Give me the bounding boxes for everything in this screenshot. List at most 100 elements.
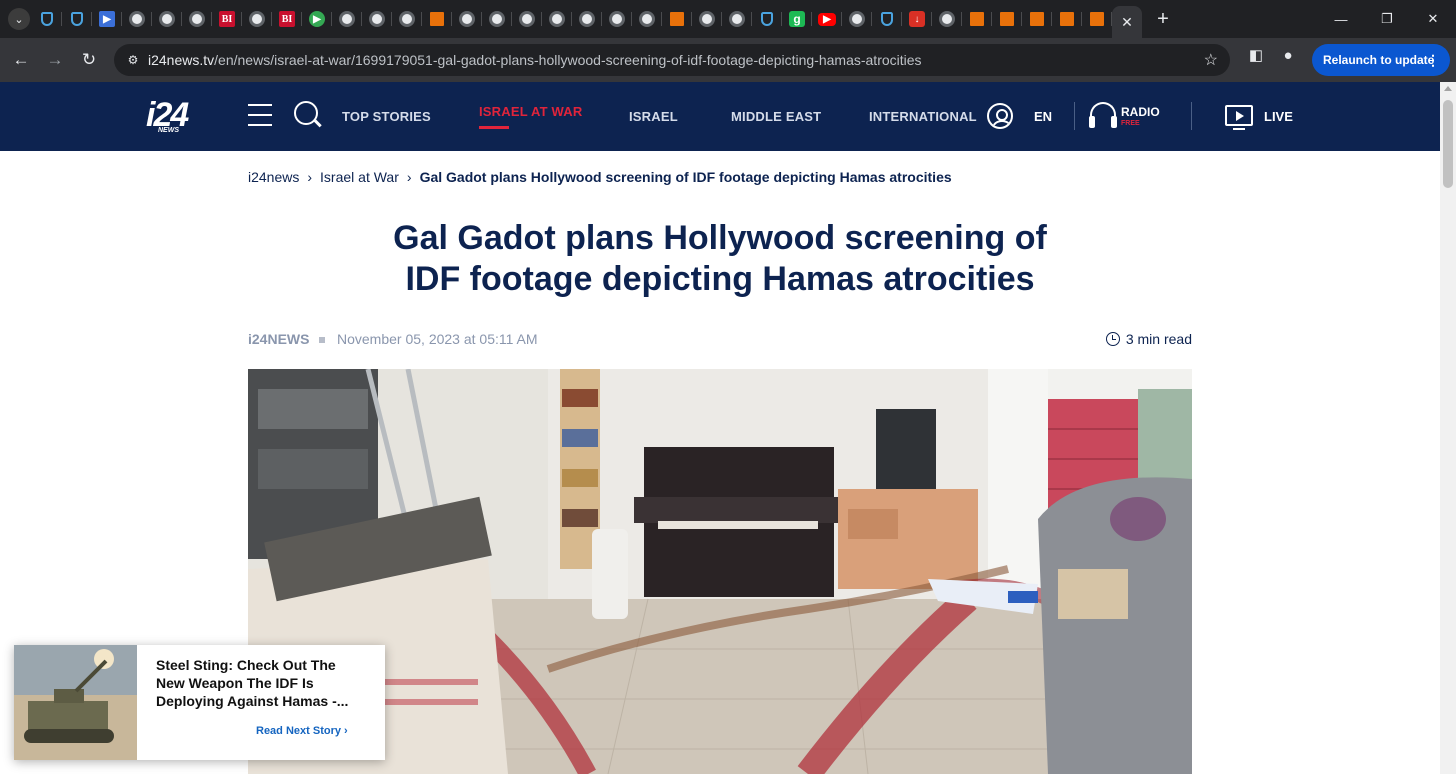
browser-tab[interactable] bbox=[422, 0, 452, 38]
live-tv-icon[interactable] bbox=[1225, 105, 1253, 130]
browser-tab[interactable] bbox=[122, 0, 152, 38]
globe-favicon-icon bbox=[339, 11, 355, 27]
article-author[interactable]: i24NEWS bbox=[248, 331, 309, 347]
globe-favicon-icon bbox=[699, 11, 715, 27]
page-scrollbar[interactable] bbox=[1440, 82, 1456, 774]
browser-tab[interactable] bbox=[692, 0, 722, 38]
relaunch-button[interactable]: Relaunch to update ⋮ bbox=[1312, 44, 1450, 76]
breadcrumb-current: Gal Gadot plans Hollywood screening of I… bbox=[419, 169, 952, 185]
search-icon[interactable] bbox=[294, 101, 318, 125]
breadcrumb-home[interactable]: i24news bbox=[248, 169, 299, 185]
language-selector[interactable]: EN bbox=[1034, 109, 1052, 124]
forward-icon[interactable]: → bbox=[38, 50, 72, 70]
browser-tab[interactable]: g bbox=[782, 0, 812, 38]
browser-tab[interactable] bbox=[752, 0, 782, 38]
browser-tab[interactable]: ▶ bbox=[812, 0, 842, 38]
browser-tab[interactable] bbox=[242, 0, 272, 38]
browser-tab[interactable] bbox=[182, 0, 212, 38]
read-next-story-link[interactable]: Read Next Story › bbox=[256, 725, 348, 737]
nav-middle-east[interactable]: MIDDLE EAST bbox=[731, 109, 821, 124]
profile-icon[interactable]: ● bbox=[1272, 47, 1304, 64]
scroll-up-icon[interactable] bbox=[1444, 86, 1452, 91]
browser-tab[interactable] bbox=[1082, 0, 1112, 38]
browser-tab[interactable] bbox=[332, 0, 362, 38]
breadcrumb: i24news › Israel at War › Gal Gadot plan… bbox=[248, 169, 952, 185]
reload-icon[interactable]: ↻ bbox=[72, 50, 106, 70]
breadcrumb-section[interactable]: Israel at War bbox=[320, 169, 399, 185]
new-tab-button[interactable]: + bbox=[1148, 8, 1178, 31]
browser-tab[interactable] bbox=[722, 0, 752, 38]
browser-tab[interactable] bbox=[1052, 0, 1082, 38]
browser-tab[interactable] bbox=[632, 0, 662, 38]
browser-tab[interactable] bbox=[872, 0, 902, 38]
browser-tab[interactable] bbox=[842, 0, 872, 38]
browser-tab[interactable] bbox=[932, 0, 962, 38]
browser-tab[interactable]: BI bbox=[272, 0, 302, 38]
bookmark-star-icon[interactable]: ☆ bbox=[1204, 50, 1218, 70]
restore-icon[interactable]: ❐ bbox=[1364, 11, 1410, 27]
browser-tab[interactable] bbox=[362, 0, 392, 38]
bookmark-favicon-icon bbox=[970, 12, 984, 26]
browser-tab[interactable]: BI bbox=[212, 0, 242, 38]
url-text[interactable]: i24news.tv/en/news/israel-at-war/1699179… bbox=[148, 52, 922, 68]
article-hero-image bbox=[248, 369, 1192, 774]
tab-search-icon[interactable]: ⌄ bbox=[8, 8, 30, 30]
bookmark-favicon-icon bbox=[1030, 12, 1044, 26]
browser-tab[interactable] bbox=[152, 0, 182, 38]
globe-favicon-icon bbox=[639, 11, 655, 27]
browser-tab[interactable] bbox=[992, 0, 1022, 38]
next-story-card[interactable]: Steel Sting: Check Out The New Weapon Th… bbox=[14, 645, 385, 760]
browser-tab[interactable] bbox=[1022, 0, 1052, 38]
bookmark-favicon-icon bbox=[670, 12, 684, 26]
user-account-icon[interactable] bbox=[987, 103, 1013, 129]
browser-tab[interactable] bbox=[482, 0, 512, 38]
address-bar[interactable]: ⚙ i24news.tv/en/news/israel-at-war/16991… bbox=[114, 44, 1230, 76]
read-time: 3 min read bbox=[1125, 331, 1192, 347]
next-story-title[interactable]: Steel Sting: Check Out The New Weapon Th… bbox=[156, 656, 366, 710]
globe-favicon-icon bbox=[159, 11, 175, 27]
browser-tab[interactable] bbox=[602, 0, 632, 38]
browser-tab[interactable] bbox=[662, 0, 692, 38]
hero-photo-illustration bbox=[248, 369, 1192, 774]
site-logo[interactable]: i24 NEWS bbox=[146, 96, 189, 135]
browser-tab[interactable]: ▶ bbox=[302, 0, 332, 38]
browser-tab[interactable] bbox=[452, 0, 482, 38]
globe-favicon-icon bbox=[489, 11, 505, 27]
shield-favicon-icon bbox=[761, 12, 773, 26]
browser-tab[interactable] bbox=[62, 0, 92, 38]
close-window-icon[interactable]: ✕ bbox=[1410, 11, 1456, 27]
globe-favicon-icon bbox=[399, 11, 415, 27]
hamburger-menu-icon[interactable] bbox=[248, 104, 272, 128]
radio-link[interactable]: RADIO bbox=[1121, 105, 1160, 119]
nav-israel-at-war[interactable]: ISRAEL AT WAR bbox=[479, 104, 582, 129]
browser-tab[interactable]: ▶ bbox=[92, 0, 122, 38]
nav-international[interactable]: INTERNATIONAL bbox=[869, 109, 977, 124]
shield-favicon-icon bbox=[71, 12, 83, 26]
globe-favicon-icon bbox=[939, 11, 955, 27]
tab-close-icon[interactable]: ✕ bbox=[1121, 14, 1133, 31]
live-link[interactable]: LIVE bbox=[1264, 109, 1293, 124]
browser-tab[interactable] bbox=[542, 0, 572, 38]
headphones-icon[interactable] bbox=[1089, 102, 1117, 128]
site-info-icon[interactable]: ⚙ bbox=[118, 53, 148, 67]
back-icon[interactable]: ← bbox=[4, 50, 38, 70]
nav-israel[interactable]: ISRAEL bbox=[629, 109, 678, 124]
window-controls: — ❐ ✕ bbox=[1318, 0, 1456, 38]
side-panel-icon[interactable]: ◧ bbox=[1240, 46, 1272, 64]
browser-tab[interactable] bbox=[572, 0, 602, 38]
browser-tab[interactable]: ↓ bbox=[902, 0, 932, 38]
yt-favicon-icon: ▶ bbox=[818, 12, 836, 26]
globe-favicon-icon bbox=[519, 11, 535, 27]
article-title-line: IDF footage depicting Hamas atrocities bbox=[405, 260, 1035, 298]
minimize-icon[interactable]: — bbox=[1318, 12, 1364, 27]
scrollbar-thumb[interactable] bbox=[1443, 100, 1453, 188]
g-favicon-icon: g bbox=[789, 11, 805, 27]
next-story-thumbnail[interactable] bbox=[14, 645, 137, 760]
nav-top-stories[interactable]: TOP STORIES bbox=[342, 109, 431, 124]
browser-tab[interactable] bbox=[32, 0, 62, 38]
browser-tab[interactable] bbox=[962, 0, 992, 38]
browser-tab[interactable] bbox=[512, 0, 542, 38]
more-menu-icon[interactable]: ⋮ bbox=[1426, 52, 1440, 69]
active-tab[interactable]: ✕ bbox=[1112, 6, 1142, 38]
browser-tab[interactable] bbox=[392, 0, 422, 38]
